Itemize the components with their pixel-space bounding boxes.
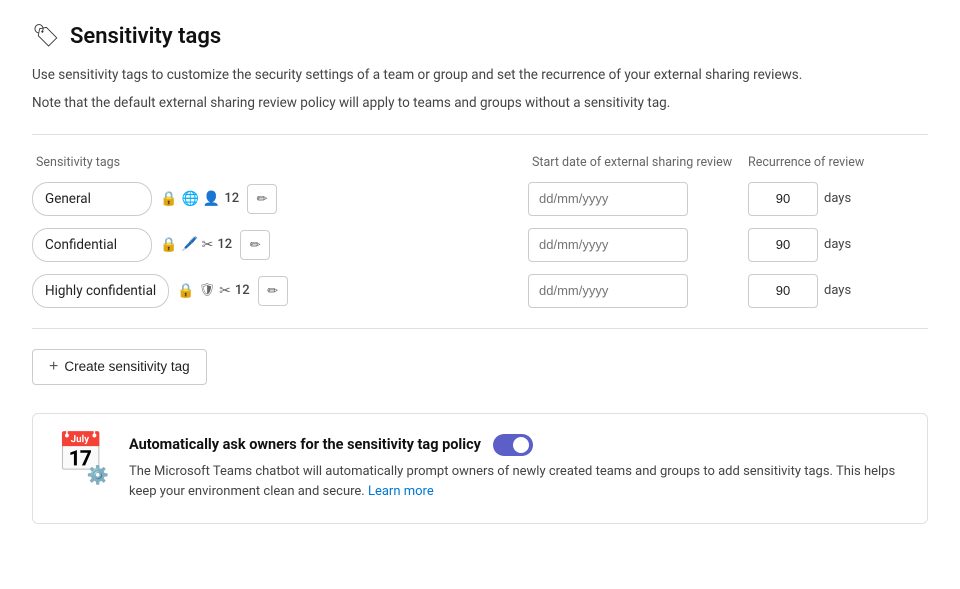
tag-name-general: General xyxy=(32,182,152,216)
toggle-slider xyxy=(493,434,533,456)
auto-policy-section: 📅 ⚙️ Automatically ask owners for the se… xyxy=(32,413,928,525)
recurrence-input-highly-confidential[interactable] xyxy=(748,274,818,308)
create-sensitivity-tag-button[interactable]: + Create sensitivity tag xyxy=(32,349,207,385)
auto-policy-content: Automatically ask owners for the sensiti… xyxy=(129,434,903,504)
tag-rows: General 🔒 🌐 👤 12 ✏ days xyxy=(32,182,928,308)
tag-info-confidential: Confidential 🔒 🖊️ ✂ 12 ✏ xyxy=(32,228,528,262)
edit-button-general[interactable]: ✏ xyxy=(247,184,277,214)
calendar-gear-icon-wrap: 📅 ⚙️ xyxy=(57,434,109,486)
recurrence-unit-confidential: days xyxy=(824,237,851,252)
tag-count-highly: 12 xyxy=(235,283,250,298)
tag-name-confidential: Confidential xyxy=(32,228,152,262)
tag-icons-highly-confidential: 🔒 🛡 ✂ 12 xyxy=(177,283,249,299)
auto-policy-description: The Microsoft Teams chatbot will automat… xyxy=(129,462,903,504)
divider1 xyxy=(32,134,928,135)
gear-icon: ⚙️ xyxy=(87,465,109,486)
lock-icon-highly: 🔒 xyxy=(177,283,194,299)
plus-icon: + xyxy=(49,358,58,376)
noguest-icon-confidential: ✂ xyxy=(202,237,214,253)
date-input-highly-confidential[interactable] xyxy=(528,274,688,308)
tag-info-general: General 🔒 🌐 👤 12 ✏ xyxy=(32,182,528,216)
tag-icon: 🏷 xyxy=(32,24,60,49)
user-icon-general: 👤 xyxy=(203,191,220,207)
description1: Use sensitivity tags to customize the se… xyxy=(32,65,928,85)
pencil-icon-general: ✏ xyxy=(257,191,268,207)
highly-confidential-label: Highly confidential xyxy=(45,283,156,299)
noedit-icon-confidential: 🖊️ xyxy=(181,237,197,252)
pencil-icon-highly: ✏ xyxy=(267,283,278,299)
date-col-highly xyxy=(528,274,748,308)
date-col-general xyxy=(528,182,748,216)
recurrence-group-general: days xyxy=(748,182,928,216)
pencil-icon-confidential: ✏ xyxy=(250,237,261,253)
page-container: 🏷 Sensitivity tags Use sensitivity tags … xyxy=(32,24,928,524)
auto-policy-title-row: Automatically ask owners for the sensiti… xyxy=(129,434,903,456)
tag-row-confidential: Confidential 🔒 🖊️ ✂ 12 ✏ days xyxy=(32,228,928,262)
recurrence-input-general[interactable] xyxy=(748,182,818,216)
learn-more-link[interactable]: Learn more xyxy=(368,484,434,499)
noguest-icon-highly: ✂ xyxy=(219,283,231,299)
page-header: 🏷 Sensitivity tags xyxy=(32,24,928,49)
recurrence-group-confidential: days xyxy=(748,228,928,262)
col-header-date: Start date of external sharing review xyxy=(528,155,748,170)
recurrence-unit-highly: days xyxy=(824,283,851,298)
auto-policy-title: Automatically ask owners for the sensiti… xyxy=(129,436,481,453)
confidential-label: Confidential xyxy=(45,237,117,253)
col-header-tags: Sensitivity tags xyxy=(32,155,528,170)
lock-icon-general: 🔒 xyxy=(160,191,177,207)
date-col-confidential xyxy=(528,228,748,262)
page-title: Sensitivity tags xyxy=(70,24,221,49)
description2: Note that the default external sharing r… xyxy=(32,93,928,113)
date-input-general[interactable] xyxy=(528,182,688,216)
edit-button-highly-confidential[interactable]: ✏ xyxy=(258,276,288,306)
tag-icons-confidential: 🔒 🖊️ ✂ 12 xyxy=(160,237,232,253)
table-header: Sensitivity tags Start date of external … xyxy=(32,155,928,178)
divider2 xyxy=(32,328,928,329)
tag-row-general: General 🔒 🌐 👤 12 ✏ days xyxy=(32,182,928,216)
tag-name-highly-confidential: Highly confidential xyxy=(32,274,169,308)
tag-count-general: 12 xyxy=(224,191,239,206)
tag-row-highly-confidential: Highly confidential 🔒 🛡 ✂ 12 ✏ days xyxy=(32,274,928,308)
tag-icons-general: 🔒 🌐 👤 12 xyxy=(160,191,239,207)
globe-icon-general: 🌐 xyxy=(181,191,198,207)
general-label: General xyxy=(45,191,91,207)
recurrence-group-highly: days xyxy=(748,274,928,308)
col-header-recurrence: Recurrence of review xyxy=(748,155,928,170)
recurrence-input-confidential[interactable] xyxy=(748,228,818,262)
lock-icon-confidential: 🔒 xyxy=(160,237,177,253)
tag-info-highly-confidential: Highly confidential 🔒 🛡 ✂ 12 ✏ xyxy=(32,274,528,308)
tag-count-confidential: 12 xyxy=(217,237,232,252)
edit-button-confidential[interactable]: ✏ xyxy=(240,230,270,260)
recurrence-unit-general: days xyxy=(824,191,851,206)
auto-policy-toggle[interactable] xyxy=(493,434,533,456)
shield-icon-highly: 🛡 xyxy=(199,283,216,298)
create-btn-label: Create sensitivity tag xyxy=(64,359,189,374)
date-input-confidential[interactable] xyxy=(528,228,688,262)
